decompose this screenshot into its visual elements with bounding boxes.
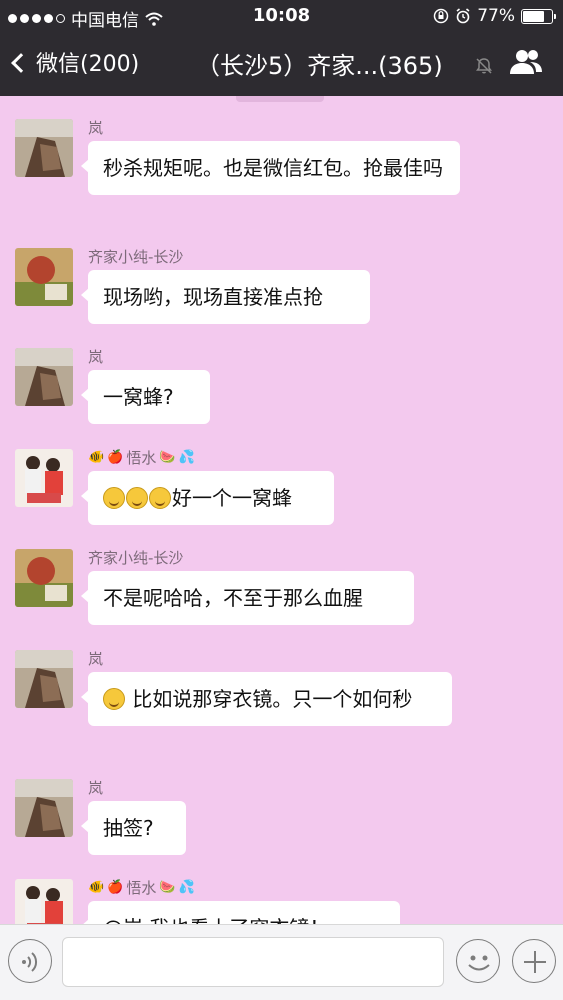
message-bubble[interactable]: 一窝蜂? [81, 370, 210, 424]
message-text: 秒杀规矩呢。也是微信红包。抢最佳吗 [103, 156, 443, 180]
message-bubble[interactable]: 比如说那穿衣镜。只一个如何秒 [81, 672, 452, 726]
fish-icon: 🐠 [88, 450, 105, 465]
message-text: 抽签? [103, 816, 154, 840]
avatar[interactable] [15, 348, 73, 406]
avatar[interactable] [15, 779, 73, 837]
laughing-emoji-icon [126, 487, 148, 509]
navigation-bar: 微信(200) （长沙5）齐家...(365) [0, 32, 563, 96]
avatar[interactable] [15, 119, 73, 177]
laughing-emoji-icon [149, 487, 171, 509]
battery-icon [521, 8, 556, 24]
watermelon-icon: 🍉 [159, 880, 176, 895]
message-bubble[interactable]: @岚 我也看上了穿衣镜！ [81, 901, 400, 924]
avatar[interactable] [15, 248, 73, 306]
apple-icon: 🍎 [107, 880, 124, 895]
sender-name: 岚 [88, 779, 104, 797]
sender-name: 岚 [88, 348, 104, 366]
top-bar: 中国电信 10:08 77% 微信(200) （长沙5）齐家...(365) [0, 0, 563, 96]
grinning-emoji-icon [103, 688, 125, 710]
voice-button[interactable] [8, 939, 52, 983]
mute-icon [476, 58, 492, 74]
fish-icon: 🐠 [88, 880, 105, 895]
chat-title: （长沙5）齐家...(365) [196, 52, 443, 80]
chevron-left-icon [11, 53, 31, 73]
group-members-icon[interactable] [508, 48, 544, 78]
sender-name: 岚 [88, 650, 104, 668]
emoji-icon [468, 955, 490, 971]
input-bar [0, 924, 563, 1000]
message-text: 不是呢哈哈，不至于那么血腥 [103, 586, 363, 610]
message-text: @岚 我也看上了穿衣镜！ [103, 916, 329, 924]
apple-icon: 🍎 [107, 450, 124, 465]
rotation-lock-icon [433, 8, 449, 24]
avatar[interactable] [15, 549, 73, 607]
sweat-drops-icon: 💦 [178, 880, 195, 895]
watermelon-icon: 🍉 [159, 450, 176, 465]
avatar[interactable] [15, 650, 73, 708]
pull-handle [236, 96, 324, 102]
battery-percent: 77% [477, 6, 515, 26]
sender-name: 🐠 🍎 悟水 🍉 💦 [88, 449, 195, 467]
status-right: 77% [433, 6, 556, 26]
message-bubble[interactable]: 现场哟，现场直接准点抢 [81, 270, 370, 324]
sender-name: 齐家小纯-长沙 [88, 248, 184, 266]
message-bubble[interactable]: 秒杀规矩呢。也是微信红包。抢最佳吗 [81, 141, 460, 195]
message-bubble[interactable]: 好一个一窝蜂 [81, 471, 334, 525]
sweat-drops-icon: 💦 [178, 450, 195, 465]
avatar[interactable] [15, 449, 73, 507]
emoji-button[interactable] [456, 939, 500, 983]
chat-area[interactable]: 岚 秒杀规矩呢。也是微信红包。抢最佳吗 齐家小纯-长沙 现场哟，现场直接准点抢 … [0, 96, 563, 924]
message-text: 好一个一窝蜂 [172, 486, 292, 510]
alarm-icon [456, 8, 470, 24]
voice-icon [22, 952, 38, 972]
status-bar: 中国电信 10:08 77% [0, 0, 563, 32]
message-bubble[interactable]: 不是呢哈哈，不至于那么血腥 [81, 571, 414, 625]
message-text: 比如说那穿衣镜。只一个如何秒 [132, 687, 413, 711]
message-bubble[interactable]: 抽签? [81, 801, 186, 855]
sender-name: 岚 [88, 119, 104, 137]
back-label: 微信(200) [36, 52, 140, 77]
message-input[interactable] [62, 937, 444, 987]
sender-name: 🐠 🍎 悟水 🍉 💦 [88, 879, 195, 897]
laughing-emoji-icon [103, 487, 125, 509]
plus-icon [524, 951, 546, 973]
avatar[interactable] [15, 879, 73, 924]
more-button[interactable] [512, 939, 556, 983]
back-button[interactable]: 微信(200) [11, 46, 140, 78]
message-text: 现场哟，现场直接准点抢 [103, 285, 323, 309]
sender-name: 齐家小纯-长沙 [88, 549, 184, 567]
message-text: 一窝蜂? [103, 385, 174, 409]
